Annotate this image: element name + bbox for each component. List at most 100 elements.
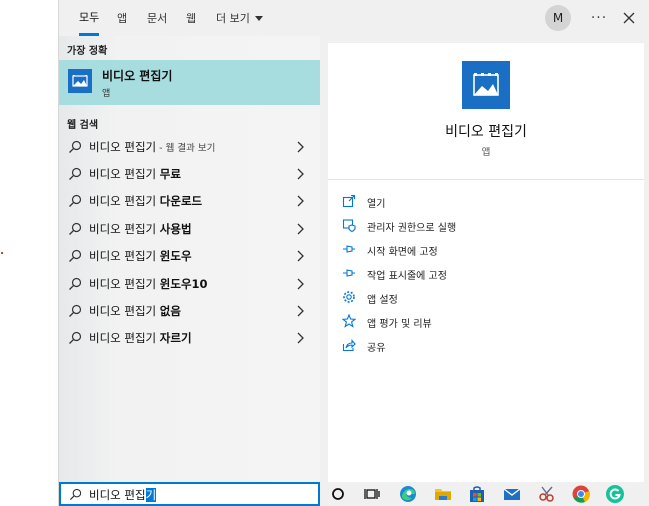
web-result-bold: 없음 (159, 304, 181, 318)
video-editor-app-icon (68, 69, 92, 93)
tab-web[interactable]: 웹 (186, 0, 196, 36)
web-result-label: 비디오 편집기 사용법 (89, 221, 192, 237)
gear-icon (343, 291, 355, 303)
tab-apps[interactable]: 앱 (117, 0, 127, 36)
action-share-label: 공유 (367, 343, 386, 354)
task-view-icon[interactable] (362, 484, 382, 504)
best-match-item[interactable]: 비디오 편집기 앱 (59, 60, 320, 105)
chevron-right-icon (297, 195, 304, 207)
app-title: 비디오 편집기 (445, 124, 527, 140)
share-icon (342, 339, 356, 352)
chevron-down-icon (254, 15, 263, 21)
web-result-item[interactable]: 비디오 편집기 윈도우 (59, 242, 320, 269)
store-icon[interactable] (467, 484, 487, 504)
web-result-label: 비디오 편집기 무료 (89, 166, 181, 182)
search-input[interactable]: 비디오 편집기 (59, 482, 320, 506)
chevron-right-icon (297, 223, 304, 235)
chevron-right-icon (297, 250, 304, 262)
web-result-bold: 윈도우 (159, 249, 192, 263)
web-result-label: 비디오 편집기 - 웹 결과 보기 (89, 139, 215, 155)
best-match-title: 비디오 편집기 (102, 69, 173, 83)
action-open-label: 열기 (367, 199, 386, 210)
search-icon (69, 194, 82, 207)
file-explorer-icon[interactable] (433, 484, 453, 504)
web-result-label: 비디오 편집기 다운로드 (89, 193, 202, 209)
taskbar (320, 482, 649, 506)
web-result-item[interactable]: 비디오 편집기 사용법 (59, 215, 320, 242)
edge-browser-icon[interactable] (398, 484, 418, 504)
web-result-item[interactable]: 비디오 편집기 자르기 (59, 324, 320, 351)
web-result-label: 비디오 편집기 윈도우10 (89, 276, 208, 292)
web-result-item[interactable]: 비디오 편집기 없음 (59, 297, 320, 324)
search-icon (69, 222, 82, 235)
action-pin-taskbar[interactable]: 작업 표시줄에 고정 (342, 263, 632, 285)
action-app-settings[interactable]: 앱 설정 (342, 287, 632, 309)
web-result-item[interactable]: 비디오 편집기 윈도우10 (59, 270, 320, 297)
web-result-query: 비디오 편집기 (89, 194, 160, 208)
tab-web-label: 웹 (186, 12, 197, 25)
web-search-heading: 웹 검색 (67, 120, 99, 131)
action-run-as-admin-label: 관리자 권한으로 실행 (367, 223, 457, 234)
mail-icon[interactable] (502, 484, 522, 504)
tab-apps-label: 앱 (117, 12, 128, 25)
app-preview-pane: 비디오 편집기 앱 열기 관리자 권한으로 실행 시작 화면에 고정 작업 표시… (328, 43, 644, 482)
tab-all[interactable]: 모두 (79, 0, 100, 36)
web-result-bold: 윈도우10 (159, 277, 208, 291)
tab-documents-label: 문서 (147, 12, 168, 25)
web-result-suffix: - 웹 결과 보기 (156, 143, 216, 154)
tab-more-label: 더 보기 (216, 12, 250, 25)
chevron-right-icon (297, 305, 304, 317)
tab-documents[interactable]: 문서 (147, 0, 167, 36)
action-share[interactable]: 공유 (342, 335, 632, 357)
web-result-bold: 사용법 (159, 222, 192, 236)
action-open[interactable]: 열기 (342, 191, 632, 213)
chevron-right-icon (297, 168, 304, 180)
web-result-query: 비디오 편집기 (89, 249, 160, 263)
app-type: 앱 (481, 147, 491, 158)
web-result-item[interactable]: 비디오 편집기 다운로드 (59, 187, 320, 214)
divider (328, 179, 644, 180)
web-result-query: 비디오 편집기 (89, 222, 160, 236)
pin-icon (343, 269, 355, 277)
search-icon (69, 167, 82, 180)
action-rate-review-label: 앱 평가 및 리뷰 (367, 319, 432, 330)
action-pin-taskbar-label: 작업 표시줄에 고정 (367, 271, 447, 282)
avatar[interactable]: M (545, 5, 571, 31)
best-match-heading: 가장 정확 (67, 46, 108, 57)
web-result-label: 비디오 편집기 윈도우 (89, 248, 192, 264)
desktop-dot (1, 252, 3, 254)
search-icon (69, 488, 82, 501)
web-result-bold: 다운로드 (159, 194, 203, 208)
web-result-query: 비디오 편집기 (89, 331, 160, 345)
cortana-icon[interactable] (328, 484, 348, 504)
action-run-as-admin[interactable]: 관리자 권한으로 실행 (342, 215, 632, 237)
open-icon (342, 194, 356, 208)
web-result-bold: 무료 (159, 167, 181, 181)
search-icon (69, 140, 82, 153)
action-pin-start-label: 시작 화면에 고정 (367, 247, 438, 258)
web-result-item[interactable]: 비디오 편집기 - 웹 결과 보기 (59, 133, 320, 160)
pin-icon (343, 245, 355, 253)
more-options-icon[interactable]: ··· (589, 8, 609, 28)
best-match-subtitle: 앱 (102, 89, 111, 99)
search-icon (69, 331, 82, 344)
close-icon[interactable] (619, 8, 639, 28)
web-result-bold: 자르기 (159, 331, 192, 345)
action-pin-start[interactable]: 시작 화면에 고정 (342, 239, 632, 261)
web-result-item[interactable]: 비디오 편집기 무료 (59, 160, 320, 187)
chevron-right-icon (297, 278, 304, 290)
web-result-label: 비디오 편집기 자르기 (89, 330, 192, 346)
snipping-tool-icon[interactable] (537, 484, 557, 504)
tab-all-label: 모두 (79, 10, 100, 24)
tab-more[interactable]: 더 보기 (216, 0, 263, 36)
start-search-panel: 모두 앱 문서 웹 더 보기 M ··· 가장 정확 비디오 편집기 앱 웹 검… (58, 0, 649, 506)
grammarly-icon[interactable] (605, 484, 625, 504)
search-icon (69, 304, 82, 317)
results-list: 가장 정확 비디오 편집기 앱 웹 검색 비디오 편집기 - 웹 결과 보기 비… (59, 36, 320, 482)
search-composing-char: 기 (145, 488, 157, 502)
action-rate-review[interactable]: 앱 평가 및 리뷰 (342, 311, 632, 333)
chevron-right-icon (297, 332, 304, 344)
web-result-label: 비디오 편집기 없음 (89, 303, 181, 319)
video-editor-large-icon (462, 61, 510, 109)
chrome-icon[interactable] (571, 484, 591, 504)
